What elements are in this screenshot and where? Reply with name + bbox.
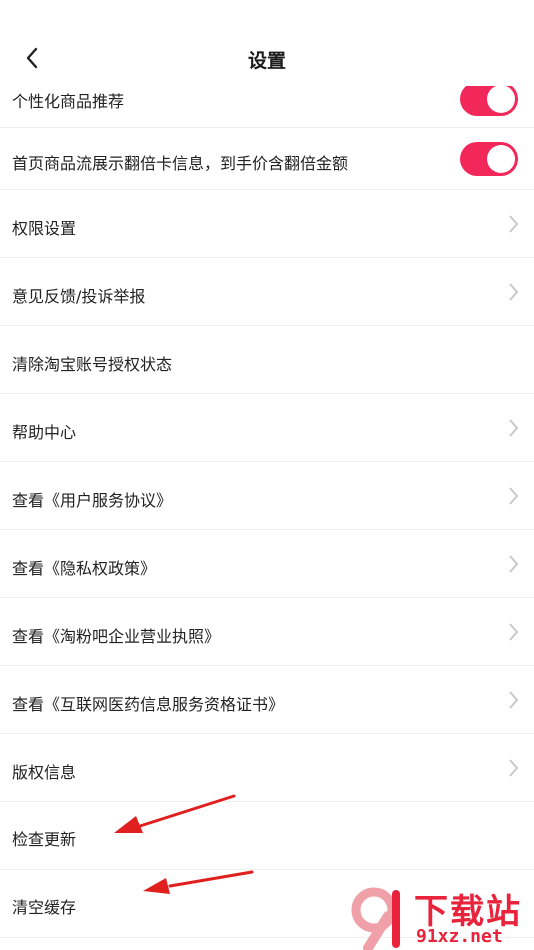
settings-row-label: 查看《淘粉吧企业营业执照》 — [12, 627, 221, 646]
chevron-right-icon — [509, 759, 519, 777]
chevron-right-icon — [509, 623, 519, 641]
settings-row-privacy-policy[interactable]: 查看《隐私权政策》 — [0, 530, 534, 598]
settings-row-check-update[interactable]: 检查更新 — [0, 802, 534, 870]
settings-row-label: 版权信息 — [12, 763, 77, 782]
settings-row-permissions[interactable]: 权限设置 — [0, 190, 534, 258]
page-title: 设置 — [247, 50, 286, 72]
settings-row-label: 清除淘宝账号授权状态 — [12, 355, 173, 374]
settings-row-label: 个性化商品推荐 — [12, 92, 125, 111]
settings-row-label: 首页商品流展示翻倍卡信息，到手价含翻倍金额 — [12, 154, 349, 173]
settings-row-help-center[interactable]: 帮助中心 — [0, 394, 534, 462]
double-card-info-toggle[interactable] — [460, 142, 518, 176]
chevron-right-icon — [509, 487, 519, 505]
watermark-logo-icon — [351, 887, 400, 950]
chevron-right-icon — [509, 691, 519, 709]
chevron-right-icon — [509, 419, 519, 437]
chevron-right-icon — [509, 215, 519, 233]
settings-list: 个性化商品推荐 首页商品流展示翻倍卡信息，到手价含翻倍金额 权限设置 意见反馈/… — [0, 0, 534, 950]
chevron-right-icon — [509, 555, 519, 573]
settings-row-label: 检查更新 — [12, 830, 77, 849]
personalized-recommend-toggle[interactable] — [460, 82, 518, 116]
watermark: 下载站 91xz.net — [344, 884, 534, 950]
settings-row-label: 查看《隐私权政策》 — [12, 559, 157, 578]
chevron-right-icon — [509, 283, 519, 301]
settings-row-label: 查看《互联网医药信息服务资格证书》 — [12, 695, 285, 714]
settings-row-user-agreement[interactable]: 查看《用户服务协议》 — [0, 462, 534, 530]
settings-row-medical-certificate[interactable]: 查看《互联网医药信息服务资格证书》 — [0, 666, 534, 734]
settings-row-feedback[interactable]: 意见反馈/投诉举报 — [0, 258, 534, 326]
settings-row-label: 帮助中心 — [12, 423, 77, 442]
nav-header: 设置 — [0, 0, 534, 86]
watermark-text-url: 91xz.net — [416, 926, 503, 947]
settings-row-business-license[interactable]: 查看《淘粉吧企业营业执照》 — [0, 598, 534, 666]
settings-row-double-card-info[interactable]: 首页商品流展示翻倍卡信息，到手价含翻倍金额 — [0, 128, 534, 190]
toggle-knob — [487, 85, 515, 113]
settings-row-label: 意见反馈/投诉举报 — [12, 287, 146, 306]
settings-row-label: 权限设置 — [12, 219, 77, 238]
settings-row-label: 清空缓存 — [12, 898, 77, 917]
toggle-knob — [487, 145, 515, 173]
settings-row-copyright[interactable]: 版权信息 — [0, 734, 534, 802]
settings-row-clear-taobao-auth[interactable]: 清除淘宝账号授权状态 — [0, 326, 534, 394]
settings-row-label: 查看《用户服务协议》 — [12, 491, 173, 510]
